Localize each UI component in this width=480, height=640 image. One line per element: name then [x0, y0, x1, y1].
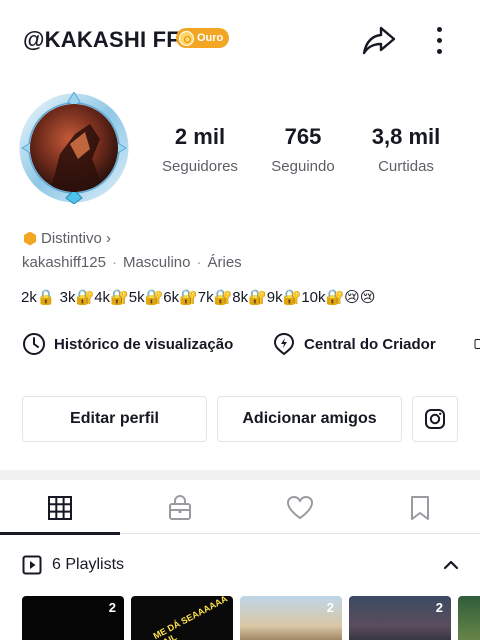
tab-liked[interactable] — [240, 482, 360, 534]
playlist-count: 2 — [435, 600, 443, 615]
playlist-count: 2 — [326, 600, 334, 615]
stat-label: Curtidas — [378, 158, 434, 175]
active-tab-indicator — [0, 532, 120, 535]
instagram-icon — [425, 409, 445, 429]
avatar-image — [30, 104, 118, 192]
stat-following[interactable]: 765 Seguindo — [253, 124, 353, 175]
stat-value: 765 — [284, 124, 322, 149]
stat-label: Seguindo — [271, 158, 335, 175]
edit-profile-button[interactable]: Editar perfil — [22, 396, 207, 442]
playlist-thumbnail[interactable]: ME DÁ SEAAAAAA PAIL — [131, 596, 233, 640]
playlists-label: 6 Playlists — [52, 556, 125, 573]
history-label: Histórico de visualização — [54, 335, 234, 353]
badge-hexagon-icon — [23, 231, 37, 246]
playlist-thumbnail[interactable] — [458, 596, 480, 640]
playlist-thumbnail[interactable]: 2 — [22, 596, 124, 640]
top-bar: @KAKASHI FF Ouro — [0, 0, 480, 80]
content-tabs — [0, 482, 480, 535]
stat-followers[interactable]: 2 mil Seguidores — [150, 124, 250, 175]
playlist-icon — [22, 555, 42, 575]
dot-icon — [437, 49, 442, 54]
profile-gender: Masculino — [122, 254, 191, 271]
creator-center-link[interactable]: Central do Criador — [272, 332, 436, 356]
heart-icon — [287, 496, 313, 519]
bookmark-icon — [411, 496, 429, 520]
profile-stats: 2 mil Seguidores 765 Seguindo 3,8 mil Cu… — [150, 124, 450, 184]
more-links-icon[interactable] — [474, 332, 480, 356]
share-button[interactable] — [361, 22, 397, 58]
playlist-thumb-text: ME DÁ SEAAAAAA PAIL — [151, 596, 229, 640]
profile-meta: kakashiff125 · Masculino · Áries — [22, 254, 242, 271]
separator: · — [196, 254, 202, 271]
coin-icon — [179, 30, 194, 46]
playlist-thumbnail[interactable]: 2 — [240, 596, 342, 640]
avatar[interactable] — [18, 92, 130, 210]
quick-links: Histórico de visualização Central do Cri… — [22, 332, 480, 360]
history-link[interactable]: Histórico de visualização — [22, 332, 233, 356]
profile-sign: Áries — [207, 254, 242, 271]
lock-icon — [169, 495, 191, 520]
section-divider — [0, 470, 480, 480]
profile-bio: 2k🔒 3k🔐4k🔐5k🔐6k🔐7k🔐8k🔐9k🔐10k🔐😢😢 — [21, 289, 376, 306]
playlist-thumbnail[interactable]: 2 — [349, 596, 451, 640]
stat-value: 2 mil — [174, 124, 226, 149]
playlist-count: 2 — [108, 600, 116, 615]
grid-icon — [48, 496, 72, 520]
instagram-button[interactable] — [412, 396, 458, 442]
playlists-header[interactable]: 6 Playlists — [22, 552, 460, 578]
distintivo-link[interactable]: Distintivo › — [23, 230, 111, 247]
clock-icon — [23, 333, 45, 355]
stat-label: Seguidores — [162, 158, 238, 175]
stat-likes[interactable]: 3,8 mil Curtidas — [356, 124, 456, 175]
more-options-button[interactable] — [426, 22, 452, 58]
gold-badge[interactable]: Ouro — [176, 28, 230, 48]
separator: · — [111, 254, 117, 271]
tab-private[interactable] — [120, 482, 240, 534]
stat-value: 3,8 mil — [371, 124, 441, 149]
chevron-up-icon[interactable] — [442, 556, 460, 574]
add-friends-button[interactable]: Adicionar amigos — [217, 396, 402, 442]
dot-icon — [437, 27, 442, 32]
profile-username: @KAKASHI FF — [23, 27, 180, 52]
distintivo-label: Distintivo › — [41, 230, 112, 247]
dot-icon — [437, 38, 442, 43]
creator-center-label: Central do Criador — [304, 335, 436, 353]
share-arrow-icon — [362, 26, 396, 55]
lightning-pin-icon — [273, 332, 295, 356]
profile-handle: kakashiff125 — [22, 254, 106, 271]
tab-videos[interactable] — [0, 482, 120, 534]
badge-label: Ouro — [197, 32, 224, 44]
tab-favorites[interactable] — [360, 482, 480, 534]
